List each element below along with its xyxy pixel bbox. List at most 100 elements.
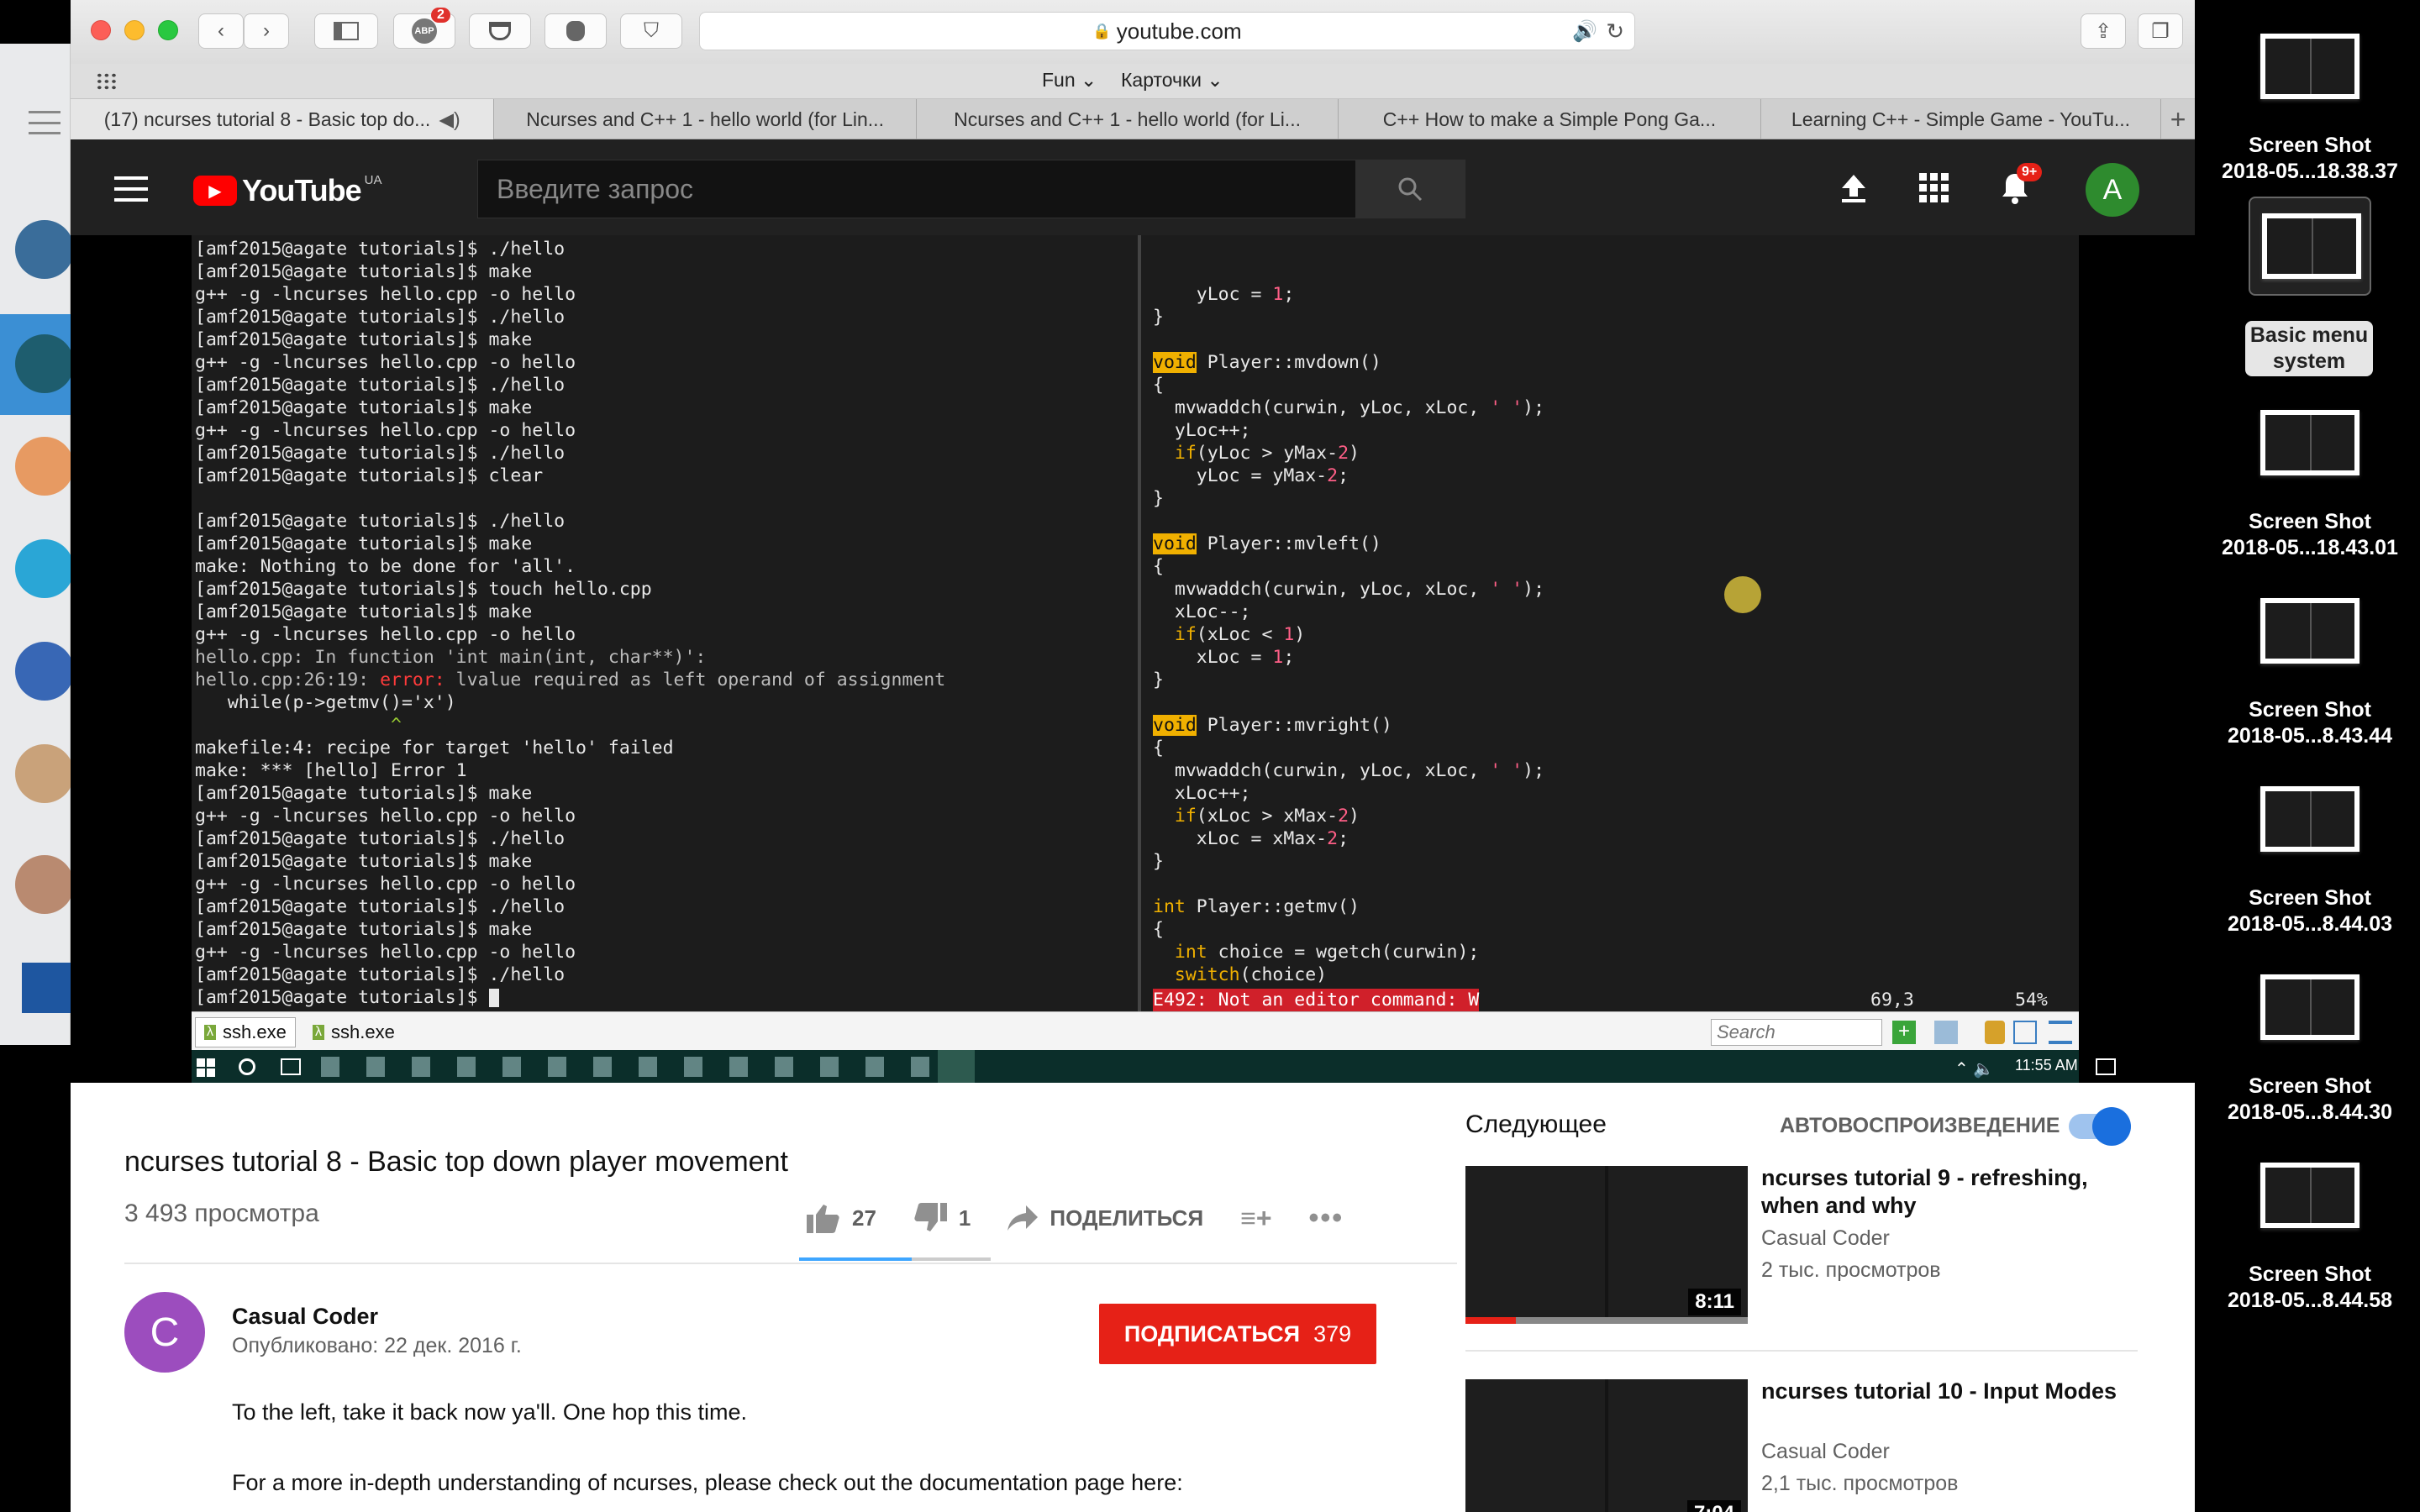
- more-actions-icon[interactable]: •••: [1309, 1202, 1344, 1235]
- window-icon[interactable]: [2013, 1021, 2037, 1044]
- contact-avatar[interactable]: [15, 855, 74, 914]
- reload-icon[interactable]: ↻: [1606, 18, 1624, 45]
- terminal-line: [amf2015@agate tutorials]$ ./hello: [195, 511, 566, 532]
- action-center-icon[interactable]: [2096, 1058, 2116, 1075]
- up-next-heading: Следующее: [1465, 1110, 1607, 1138]
- terminal-line: [amf2015@agate tutorials]$ ./hello: [195, 375, 566, 396]
- contact-avatar[interactable]: [15, 220, 74, 279]
- ssh-tab[interactable]: λ ssh.exe: [195, 1017, 296, 1047]
- bookmarks-grid-icon[interactable]: [96, 72, 118, 91]
- privacy-button[interactable]: ⛉: [620, 13, 682, 49]
- search-button[interactable]: [1355, 160, 1465, 218]
- bookmarks-bar: Fun ⌄ Карточки ⌄: [71, 64, 2195, 99]
- related-video-title[interactable]: ncurses tutorial 9 - refreshing, when an…: [1761, 1164, 2148, 1220]
- forward-button[interactable]: ›: [244, 13, 289, 49]
- youtube-logo[interactable]: ▶ YouTube UA: [193, 173, 381, 208]
- add-to-playlist-icon[interactable]: ≡+: [1240, 1203, 1271, 1234]
- desktop-selected-icon[interactable]: [2249, 197, 2371, 296]
- tab-overview-button[interactable]: ❐: [2138, 13, 2183, 49]
- code-line: xLoc = 1;: [1153, 647, 1295, 668]
- contact-avatar[interactable]: [15, 334, 74, 393]
- pane-divider: [1138, 235, 1141, 1011]
- tab[interactable]: Ncurses and C++ 1 - hello world (for Lin…: [494, 99, 917, 139]
- minimize-window-button[interactable]: [124, 20, 145, 40]
- terminal-line: [amf2015@agate tutorials]$ make: [195, 919, 533, 940]
- address-bar[interactable]: 🔒 youtube.com 🔊 ↻: [699, 12, 1635, 50]
- lambda-icon: λ: [313, 1025, 324, 1040]
- back-button[interactable]: ‹: [198, 13, 244, 49]
- cortana-icon[interactable]: [239, 1058, 255, 1075]
- like-button[interactable]: 27: [807, 1203, 876, 1233]
- extension-button[interactable]: [544, 13, 607, 49]
- ssh-tab[interactable]: λ ssh.exe: [304, 1017, 403, 1047]
- share-button[interactable]: ПОДЕЛИТЬСЯ: [1007, 1205, 1203, 1231]
- ithub-logo[interactable]: [22, 963, 71, 1013]
- search-input[interactable]: [478, 160, 1355, 218]
- task-view-icon[interactable]: [281, 1058, 301, 1075]
- speaker-icon[interactable]: ◀): [439, 108, 460, 131]
- contact-avatar[interactable]: [15, 539, 74, 598]
- view-icon[interactable]: [1934, 1021, 1958, 1044]
- add-tab-icon[interactable]: +: [1892, 1021, 1916, 1044]
- dislike-button[interactable]: 1: [913, 1203, 971, 1233]
- terminal-search-input[interactable]: [1711, 1019, 1882, 1046]
- lock-icon[interactable]: [1985, 1021, 2005, 1044]
- tab[interactable]: C++ How to make a Simple Pong Ga...: [1339, 99, 1761, 139]
- windows-start-icon[interactable]: [197, 1058, 215, 1077]
- audio-playing-icon[interactable]: 🔊: [1572, 19, 1597, 44]
- desktop-file-icon[interactable]: [2260, 34, 2360, 99]
- shield-icon: ⛉: [644, 19, 659, 42]
- desktop-file-icon[interactable]: [2260, 786, 2360, 852]
- new-tab-button[interactable]: +: [2161, 99, 2195, 139]
- code-line: int Player::getmv(): [1153, 896, 1360, 917]
- related-video-thumbnail[interactable]: 8:11: [1465, 1166, 1748, 1324]
- desktop-file-icon[interactable]: [2260, 598, 2360, 664]
- tab-active[interactable]: (17) ncurses tutorial 8 - Basic top do..…: [71, 99, 495, 139]
- active-terminal-app[interactable]: [938, 1050, 975, 1083]
- tab[interactable]: Learning C++ - Simple Game - YouTu...: [1761, 99, 2162, 139]
- adblock-button[interactable]: ABP 2: [393, 8, 455, 49]
- account-avatar[interactable]: A: [2086, 163, 2139, 217]
- vim-error-message: E492: Not an editor command: W: [1153, 989, 1480, 1011]
- channel-avatar[interactable]: C: [124, 1292, 205, 1373]
- related-video-thumbnail[interactable]: 7:04: [1465, 1379, 1748, 1512]
- terminal-line: g++ -g -lncurses hello.cpp -o hello: [195, 874, 576, 895]
- menu-lines-icon[interactable]: [29, 111, 60, 134]
- hamburger-menu-icon[interactable]: [114, 176, 148, 202]
- divider: [1465, 1350, 2138, 1352]
- view-count: 3 493 просмотра: [124, 1200, 319, 1227]
- video-duration: 7:04: [1686, 1500, 1741, 1512]
- bookmark-folder-cards[interactable]: Карточки ⌄: [1121, 69, 1223, 92]
- desktop-file-icon[interactable]: [2260, 974, 2360, 1040]
- vim-status-line: E492: Not an editor command: W 69,3 54%: [1141, 989, 2079, 1011]
- vim-code: yLoc = 1;} void Player::mvdown(){ mvwaddc…: [1153, 283, 2079, 1032]
- related-video-title[interactable]: ncurses tutorial 10 - Input Modes: [1761, 1378, 2148, 1405]
- terminal-line: [amf2015@agate tutorials]$ ./hello: [195, 896, 566, 917]
- contact-avatar[interactable]: [15, 642, 74, 701]
- background-window-strip: [0, 44, 74, 1045]
- tab[interactable]: Ncurses and C++ 1 - hello world (for Li.…: [917, 99, 1339, 139]
- sidebar-button[interactable]: [314, 13, 378, 49]
- desktop-file-label: Screen Shot 2018-05...8.44.58: [2228, 1263, 2392, 1312]
- terminal-right-pane: yLoc = 1;} void Player::mvdown(){ mvwaddc…: [1141, 235, 2079, 1031]
- taskbar-app-icons[interactable]: [321, 1057, 968, 1077]
- desktop-file-icon[interactable]: [2260, 410, 2360, 475]
- share-button[interactable]: ⇪: [2081, 13, 2126, 49]
- channel-name[interactable]: Casual Coder: [232, 1304, 378, 1330]
- close-window-button[interactable]: [91, 20, 111, 40]
- pocket-button[interactable]: [469, 13, 531, 49]
- zoom-window-button[interactable]: [158, 20, 178, 40]
- menu-icon[interactable]: [2049, 1021, 2072, 1044]
- bookmark-folder-fun[interactable]: Fun ⌄: [1042, 69, 1097, 92]
- desktop-file-icon[interactable]: [2260, 1163, 2360, 1228]
- subscribe-button[interactable]: ПОДПИСАТЬСЯ 379: [1099, 1304, 1376, 1364]
- autoplay-toggle-knob[interactable]: [2092, 1107, 2131, 1146]
- code-line: void Player::mvleft(): [1153, 533, 1381, 554]
- upload-icon[interactable]: [1833, 168, 1874, 208]
- notifications-button[interactable]: 9+: [1995, 163, 2043, 208]
- apps-grid-icon[interactable]: [1914, 168, 1954, 208]
- contact-avatar[interactable]: [15, 744, 74, 803]
- search-box: [477, 160, 1465, 218]
- video-player[interactable]: [amf2015@agate tutorials]$ ./hello [amf20…: [71, 235, 2195, 1083]
- contact-avatar[interactable]: [15, 437, 74, 496]
